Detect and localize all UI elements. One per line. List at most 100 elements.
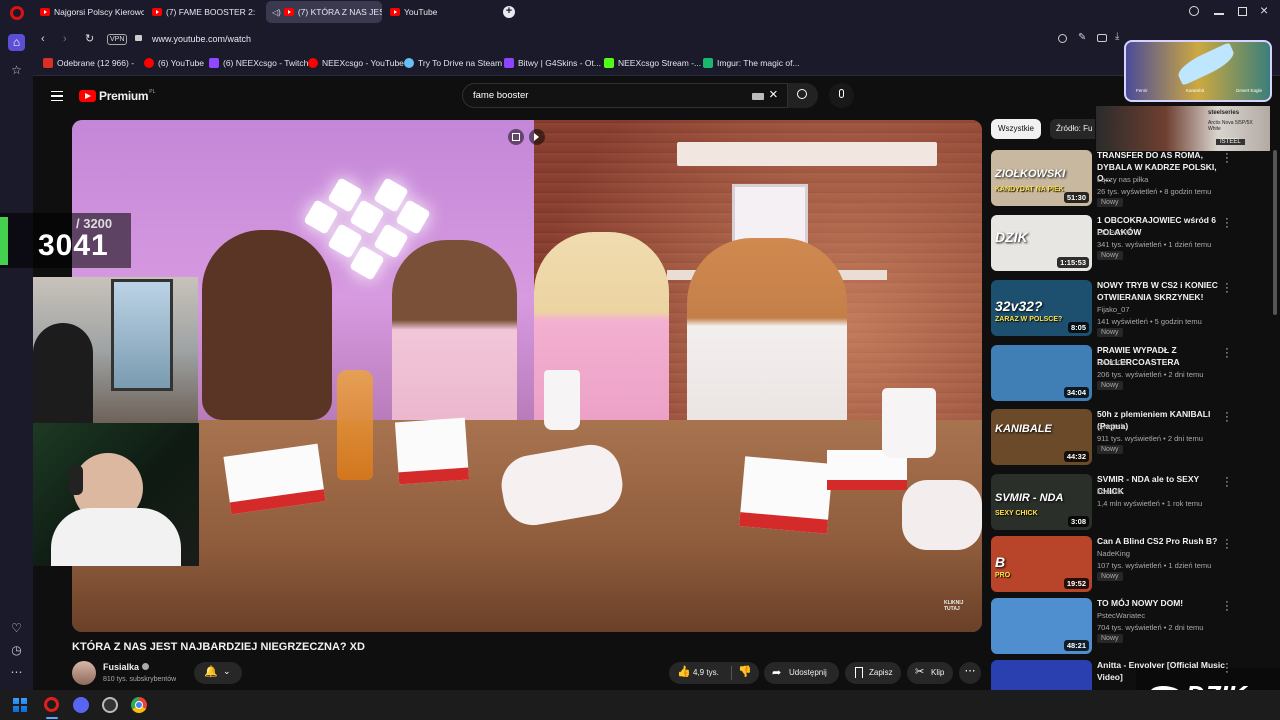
tab-1[interactable]: Najgorsi Polscy Kierowcy (34, 1, 144, 23)
heart-icon[interactable]: ♡ (8, 620, 25, 637)
recommended-video[interactable]: 48:21 TO MÓJ NOWY DOM! PstecWariatec 704 ty… (991, 598, 1273, 656)
more-options-icon[interactable]: · · · (1223, 409, 1231, 427)
recommended-video[interactable]: SVMIR - NDA SEXY CHICK 3:08 SVMIR - NDA ale… (991, 474, 1273, 532)
video-title[interactable]: TO MÓJ NOWY DOM! (1097, 598, 1225, 610)
recommended-video[interactable]: 34:04 PRAWIE WYPADŁ Z ROLLERCOASTERA SAYGO… (991, 345, 1273, 403)
video-thumbnail[interactable]: 34:04 (991, 345, 1092, 401)
video-channel[interactable]: Łączy nas piłka (1097, 175, 1148, 184)
tab-4[interactable]: YouTube (384, 1, 496, 23)
more-options-icon[interactable]: · · · (1223, 474, 1231, 492)
reload-icon[interactable]: ↻ (85, 32, 94, 45)
recommended-video[interactable]: B PRO 19:52 Can A Blind CS2 Pro Rush B? Nade… (991, 536, 1273, 594)
chip-all[interactable]: Wszystkie (991, 119, 1041, 139)
bookmark-g4skins[interactable]: Bitwy | G4Skins - Ot... (504, 58, 601, 68)
back-icon[interactable]: ‹ (41, 33, 45, 45)
video-channel[interactable]: ojwojtek (1097, 422, 1124, 431)
close-window-button[interactable]: × (1260, 2, 1268, 18)
channel-avatar[interactable] (72, 661, 96, 685)
recommended-video[interactable]: DZIK 1:15:53 1 OBCOKRAJOWIEC wśród 6 POLAK… (991, 215, 1273, 273)
chip-source[interactable]: Źródło: Fu (1050, 119, 1095, 139)
opera-logo-icon[interactable] (10, 6, 24, 20)
video-channel[interactable]: SAYGON (1097, 358, 1129, 367)
history-icon[interactable]: ◷ (8, 642, 25, 659)
video-thumbnail[interactable]: B PRO 19:52 (991, 536, 1092, 592)
notification-bell-button[interactable]: 🔔 ⌄ (194, 662, 242, 684)
opera-taskbar-icon[interactable] (44, 697, 59, 712)
miniplayer-icon[interactable] (508, 129, 524, 145)
more-options-icon[interactable]: · · · (1223, 280, 1231, 298)
video-channel[interactable]: kowalik (1097, 487, 1122, 496)
youtube-logo[interactable]: Premium PL (79, 89, 155, 103)
keyboard-icon[interactable] (752, 93, 764, 100)
camera-icon[interactable] (1097, 34, 1107, 42)
search-tabs-icon[interactable] (1189, 6, 1199, 16)
more-options-icon[interactable]: · · · (1223, 660, 1231, 678)
video-title[interactable]: Anitta - Envolver [Official Music Video] (1097, 660, 1225, 683)
more-options-icon[interactable]: · · · (1223, 536, 1231, 554)
bookmarks-star-icon[interactable]: ☆ (8, 62, 25, 79)
like-button[interactable]: 👍 4,9 tys. (669, 662, 731, 684)
more-icon[interactable]: ⋯ (8, 664, 25, 681)
share-label: Udostępnij (789, 668, 827, 677)
menu-icon[interactable] (51, 91, 63, 101)
bookmark-imgur[interactable]: Imgur: The magic of... (703, 58, 800, 68)
more-options-icon[interactable]: · · · (1223, 215, 1231, 233)
video-channel[interactable]: PstecWariatec (1097, 611, 1145, 620)
video-thumbnail[interactable]: 48:21 (991, 598, 1092, 654)
bookmark-youtube[interactable]: (6) YouTube (144, 58, 204, 68)
video-thumbnail[interactable]: KANIBALE 44:32 (991, 409, 1092, 465)
url-field[interactable]: www.youtube.com/watch (152, 34, 251, 44)
clip-button[interactable]: ✂ Klip (907, 662, 953, 684)
recommended-video[interactable]: Anitta - Envolver [Official Music Video]… (991, 660, 1273, 690)
video-thumbnail[interactable]: 32v32? ZARAZ W POLSCE? 8:05 (991, 280, 1092, 336)
recommended-video[interactable]: 32v32? ZARAZ W POLSCE? 8:05 NOWY TRYB W CS2… (991, 280, 1273, 338)
video-player[interactable]: KLIKNIJ TUTAJ (72, 120, 982, 632)
scrollbar[interactable] (1273, 150, 1277, 315)
tab-2[interactable]: (7) FAME BOOSTER 2: Cast (146, 1, 258, 23)
search-box[interactable]: fame booster × (462, 83, 788, 108)
tab-3-active[interactable]: ◁) (7) KTÓRA Z NAS JEST (266, 1, 382, 23)
search-icon[interactable] (1058, 34, 1067, 43)
recommended-video[interactable]: ZIOŁKOWSKI KANDYDAT NA PIEK 51:30 TRANSFER … (991, 150, 1273, 208)
search-input[interactable]: fame booster (473, 90, 528, 101)
more-options-icon[interactable]: · · · (1223, 150, 1231, 168)
new-tab-button[interactable]: + (503, 6, 515, 18)
dislike-button[interactable]: 👎 (733, 662, 759, 684)
download-icon[interactable]: ⤓ (1115, 31, 1119, 42)
more-options-icon[interactable]: · · · (1223, 598, 1231, 616)
share-button[interactable]: ➦ Udostępnij (764, 662, 839, 684)
video-title[interactable]: Can A Blind CS2 Pro Rush B? (1097, 536, 1225, 548)
video-thumbnail[interactable]: DZIK 1:15:53 (991, 215, 1092, 271)
steam-taskbar-icon[interactable] (102, 697, 118, 713)
video-channel[interactable]: NadeKing (1097, 549, 1130, 558)
channel-name[interactable]: Fusialka (103, 662, 149, 672)
bookmark-kick[interactable]: NEEXcsgo Stream -... (604, 58, 701, 68)
search-button[interactable] (788, 83, 818, 108)
forward-icon[interactable]: › (63, 33, 67, 45)
video-channel[interactable]: Fijako_07 (1097, 305, 1130, 314)
bookmark-steam[interactable]: Try To Drive na Steam (404, 58, 502, 68)
voice-search-button[interactable] (829, 83, 854, 108)
save-button[interactable]: Zapisz (845, 662, 901, 684)
more-options-icon[interactable]: · · · (1223, 345, 1231, 363)
home-icon[interactable]: ⌂ (8, 34, 25, 51)
skip-icon[interactable] (529, 129, 545, 145)
windows-start-icon[interactable] (13, 698, 27, 712)
video-thumbnail[interactable] (991, 660, 1092, 690)
maximize-button[interactable] (1238, 7, 1247, 16)
chrome-taskbar-icon[interactable] (131, 697, 147, 713)
clear-search-icon[interactable]: × (769, 86, 778, 103)
more-actions-button[interactable]: ⋯ (959, 662, 981, 684)
bookmark-twitch[interactable]: (6) NEEXcsgo - Twitch (209, 58, 308, 68)
minimize-button[interactable] (1214, 13, 1224, 15)
video-title[interactable]: NOWY TRYB W CS2 i KONIEC OTWIERANIA SKRZ… (1097, 280, 1225, 303)
recommended-video[interactable]: KANIBALE 44:32 50h z plemieniem KANIBALI (… (991, 409, 1273, 467)
video-thumbnail[interactable]: SVMIR - NDA SEXY CHICK 3:08 (991, 474, 1092, 530)
edit-icon[interactable]: ✎ (1078, 32, 1086, 43)
bookmark-gmail[interactable]: Odebrane (12 966) - (43, 58, 134, 68)
discord-taskbar-icon[interactable] (73, 697, 89, 713)
bookmark-neex-youtube[interactable]: NEEXcsgo - YouTube (308, 58, 404, 68)
video-channel[interactable]: EKIPA WK (1097, 228, 1132, 237)
video-thumbnail[interactable]: ZIOŁKOWSKI KANDYDAT NA PIEK 51:30 (991, 150, 1092, 206)
vpn-badge[interactable]: VPN (107, 34, 128, 45)
